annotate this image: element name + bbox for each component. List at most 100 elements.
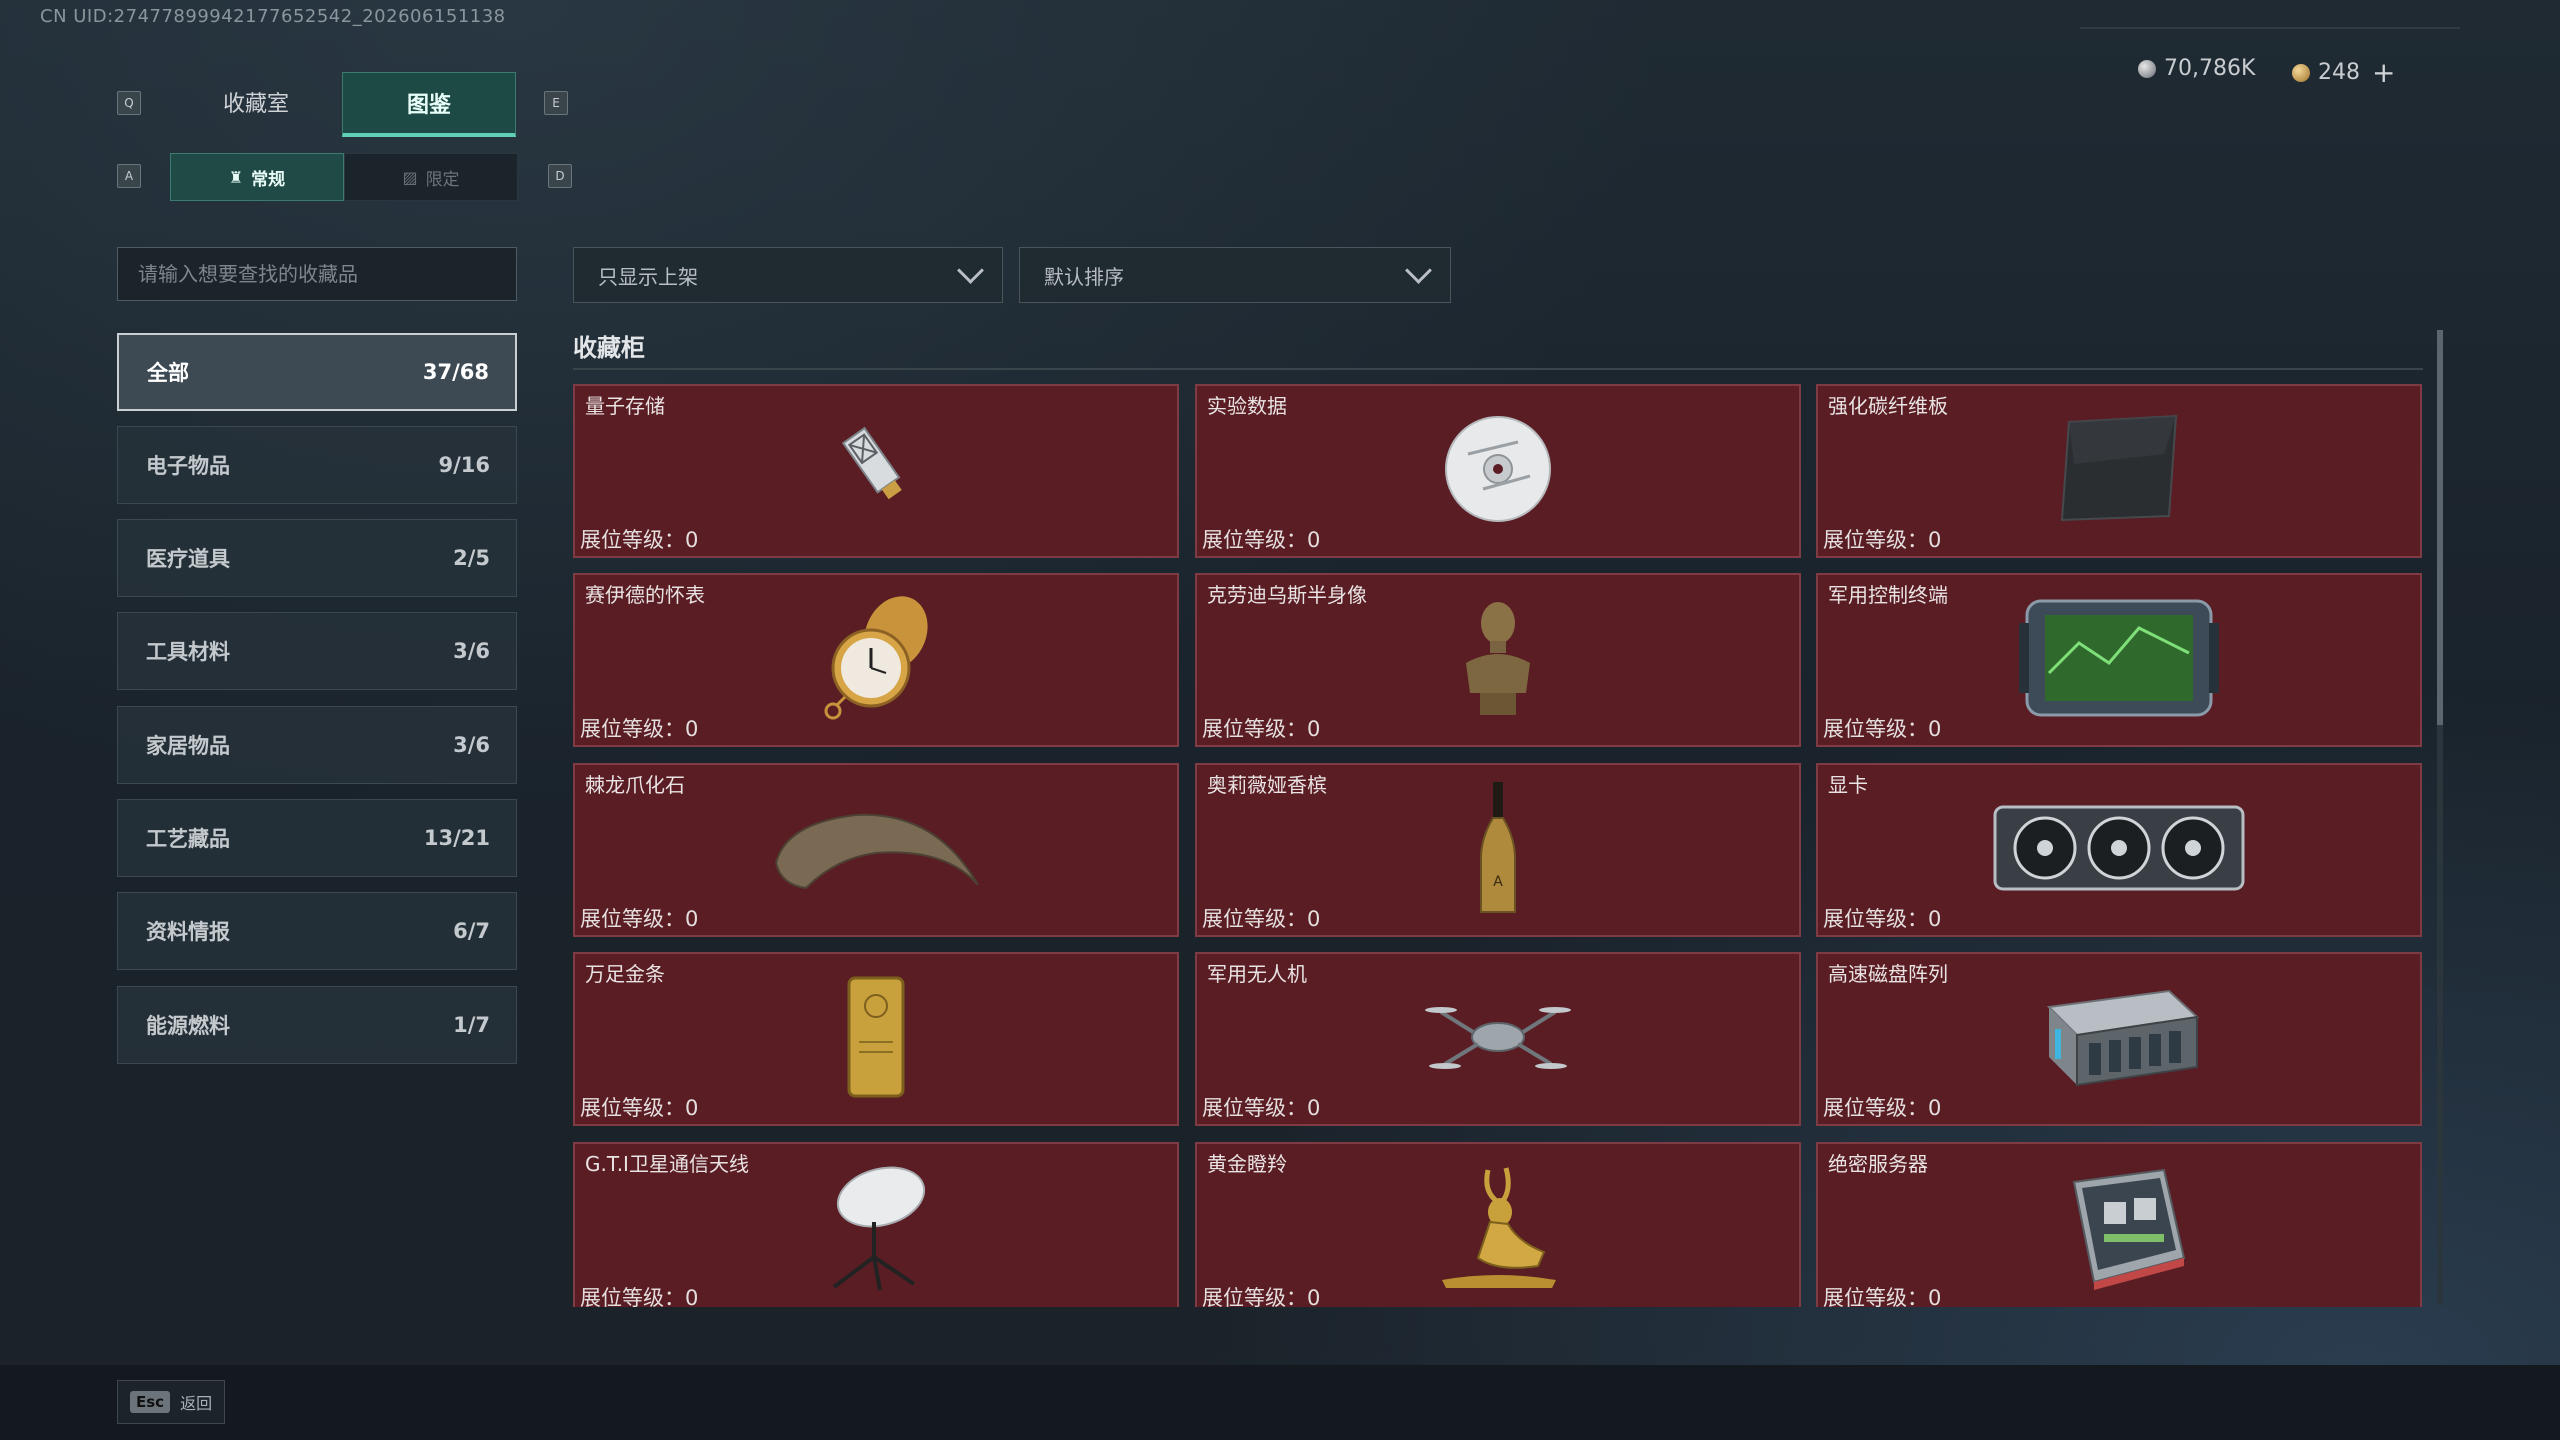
collection-card[interactable]: 军用无人机 展位等级：0	[1195, 952, 1801, 1126]
display-filter-dropdown[interactable]: 只显示上架	[573, 247, 1003, 303]
booth-level: 展位等级：0	[580, 907, 699, 931]
usb-drive-icon	[816, 414, 936, 528]
booth-level: 展位等级：0	[580, 528, 699, 552]
back-button[interactable]: Esc 返回	[117, 1380, 226, 1424]
category-intel[interactable]: 资料情报 6/7	[117, 892, 517, 970]
collection-card[interactable]: 实验数据 展位等级：0	[1195, 384, 1801, 558]
collection-card[interactable]: 赛伊德的怀表 展位等级：0	[573, 573, 1179, 747]
item-name: 实验数据	[1207, 394, 1287, 418]
item-name: G.T.I卫星通信天线	[585, 1152, 749, 1176]
item-name: 高速磁盘阵列	[1828, 962, 1948, 986]
collection-card[interactable]: 绝密服务器 展位等级：0	[1816, 1142, 2422, 1307]
section-divider	[573, 368, 2423, 370]
category-label: 医疗道具	[146, 547, 230, 571]
silver-currency-value: 70,786K	[2164, 56, 2256, 81]
sort-dropdown[interactable]: 默认排序	[1019, 247, 1451, 303]
collection-card[interactable]: 军用控制终端 展位等级：0	[1816, 573, 2422, 747]
category-tools[interactable]: 工具材料 3/6	[117, 612, 517, 690]
item-name: 克劳迪乌斯半身像	[1207, 583, 1367, 607]
server-icon	[2044, 1162, 2194, 1296]
gazelle-statue-icon	[1428, 1162, 1568, 1296]
category-count: 6/7	[453, 919, 490, 943]
collection-card[interactable]: 万足金条 展位等级：0	[573, 952, 1179, 1126]
add-currency-button[interactable]: +	[2372, 56, 2395, 89]
category-energy[interactable]: 能源燃料 1/7	[117, 986, 517, 1064]
grid-scrollbar[interactable]	[2437, 330, 2443, 1305]
chevron-down-icon	[957, 256, 984, 284]
player-uid: CN UID:27477899942177652542_202606151138	[40, 6, 506, 27]
category-medical[interactable]: 医疗道具 2/5	[117, 519, 517, 597]
category-count: 3/6	[453, 639, 490, 663]
tablet-terminal-icon	[2019, 593, 2219, 727]
booth-level: 展位等级：0	[1202, 1286, 1321, 1307]
scrollbar-thumb[interactable]	[2437, 330, 2443, 725]
booth-level: 展位等级：0	[580, 1286, 699, 1307]
key-hint-d: D	[548, 164, 572, 188]
gold-currency-value: 248	[2318, 60, 2360, 85]
category-crafts[interactable]: 工艺藏品 13/21	[117, 799, 517, 877]
item-name: 万足金条	[585, 962, 665, 986]
booth-level: 展位等级：0	[1202, 1096, 1321, 1120]
collection-card[interactable]: 高速磁盘阵列 展位等级：0	[1816, 952, 2422, 1126]
booth-level: 展位等级：0	[1823, 907, 1942, 931]
collection-card[interactable]: 棘龙爪化石 展位等级：0	[573, 763, 1179, 937]
booth-level: 展位等级：0	[1823, 1096, 1942, 1120]
collection-grid[interactable]: 量子存储 展位等级：0 实验数据 展位等级：0 强化碳纤维板 展位等级：0 赛伊…	[572, 382, 2427, 1307]
subtab-limited[interactable]: ▨ 限定	[344, 153, 518, 201]
subtab-regular-label: 常规	[251, 169, 286, 190]
image-icon: ▨	[402, 167, 418, 187]
pocket-watch-icon	[811, 593, 941, 727]
category-label: 电子物品	[146, 454, 230, 478]
category-label: 全部	[147, 361, 189, 385]
item-name: 绝密服务器	[1828, 1152, 1928, 1176]
tab-codex[interactable]: 图鉴	[342, 72, 516, 137]
sort-value: 默认排序	[1044, 264, 1124, 289]
section-title: 收藏柜	[573, 334, 645, 362]
silver-coin-icon	[2138, 59, 2156, 78]
category-count: 2/5	[453, 546, 490, 570]
item-name: 黄金瞪羚	[1207, 1152, 1287, 1176]
key-hint-e: E	[544, 91, 568, 115]
item-name: 显卡	[1828, 773, 1868, 797]
booth-level: 展位等级：0	[1202, 717, 1321, 741]
display-filter-value: 只显示上架	[598, 264, 698, 289]
collection-card[interactable]: 黄金瞪羚 展位等级：0	[1195, 1142, 1801, 1307]
subtab-regular[interactable]: ♜ 常规	[170, 153, 344, 201]
champagne-icon: A	[1473, 778, 1523, 922]
item-name: 强化碳纤维板	[1828, 394, 1948, 418]
chevron-down-icon	[1405, 256, 1432, 284]
svg-text:A: A	[1493, 874, 1503, 890]
category-count: 37/68	[422, 360, 489, 384]
category-count: 13/21	[423, 826, 490, 850]
item-name: 量子存储	[585, 394, 665, 418]
carbon-plate-icon	[2054, 414, 2184, 528]
collection-card[interactable]: 强化碳纤维板 展位等级：0	[1816, 384, 2422, 558]
back-label: 返回	[180, 1394, 213, 1413]
gold-currency[interactable]: 248 +	[2292, 56, 2395, 89]
collection-card[interactable]: G.T.I卫星通信天线 展位等级：0	[573, 1142, 1179, 1307]
disc-icon	[1438, 414, 1558, 528]
key-hint-q: Q	[117, 91, 141, 115]
search-input[interactable]	[117, 247, 517, 301]
booth-level: 展位等级：0	[1823, 528, 1942, 552]
collection-card[interactable]: 量子存储 展位等级：0	[573, 384, 1179, 558]
category-count: 1/7	[453, 1013, 490, 1037]
category-label: 资料情报	[146, 920, 230, 944]
collection-card[interactable]: 奥莉薇娅香槟 A 展位等级：0	[1195, 763, 1801, 937]
top-divider	[2080, 27, 2460, 29]
category-electronics[interactable]: 电子物品 9/16	[117, 426, 517, 504]
collection-card[interactable]: 克劳迪乌斯半身像 展位等级：0	[1195, 573, 1801, 747]
category-all[interactable]: 全部 37/68	[117, 333, 517, 411]
item-name: 军用控制终端	[1828, 583, 1948, 607]
gpu-icon	[1989, 793, 2249, 907]
booth-level: 展位等级：0	[580, 717, 699, 741]
booth-level: 展位等级：0	[1823, 717, 1942, 741]
booth-level: 展位等级：0	[1202, 907, 1321, 931]
category-count: 9/16	[438, 453, 490, 477]
item-name: 棘龙爪化石	[585, 773, 685, 797]
tab-collection-room[interactable]: 收藏室	[170, 72, 342, 132]
category-count: 3/6	[453, 733, 490, 757]
booth-level: 展位等级：0	[1202, 528, 1321, 552]
collection-card[interactable]: 显卡 展位等级：0	[1816, 763, 2422, 937]
category-household[interactable]: 家居物品 3/6	[117, 706, 517, 784]
